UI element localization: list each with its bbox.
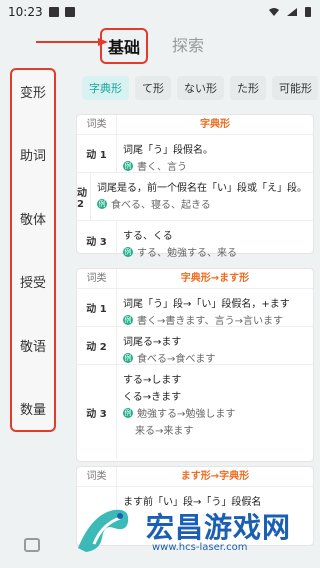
row-key: 动 2: [77, 327, 117, 364]
sidebar-item-conjugation[interactable]: 变形: [20, 78, 46, 105]
watermark: 宏昌游戏网 www.hcs-laser.com: [74, 498, 320, 562]
sidebar-item-particles[interactable]: 助词: [20, 141, 46, 168]
table-header-value: ます形→字典形: [180, 471, 250, 482]
app-icon: [64, 7, 75, 17]
form-chip-bar: 字典形 て形 ない形 た形 可能形 ⌄: [82, 76, 318, 100]
rule-text: 词尾る→ます: [123, 337, 182, 348]
example-icon: 例: [123, 352, 133, 363]
feedback-icon[interactable]: [24, 538, 40, 552]
example-icon: 例: [123, 246, 133, 257]
sidebar-item-honorifics[interactable]: 敬语: [20, 332, 46, 359]
example-text: 勉強する→勉強します: [137, 409, 236, 420]
status-bar: 10:23: [0, 0, 320, 24]
chip-ta-form[interactable]: た形: [230, 76, 266, 100]
table-header-key: 词类: [77, 115, 117, 134]
table-row: 动 2 词尾是る，前一个假名在「い」段或「え」段。 例食べる、寝る、起きる: [77, 173, 313, 221]
example-text: する、勉強する、来る: [137, 248, 237, 259]
example-text: 食べる、寝る、起きる: [111, 200, 211, 211]
sidebar-item-giving-receiving[interactable]: 授受: [20, 268, 46, 295]
signal-icon: [287, 8, 297, 16]
dragon-logo-icon: [78, 509, 129, 552]
wifi-icon: [269, 8, 279, 16]
row-key: 动 3: [77, 365, 117, 459]
table-header-value: 字典形→ます形: [180, 273, 250, 284]
watermark-title: 宏昌游戏网: [146, 511, 292, 544]
example-icon: 例: [123, 160, 133, 171]
chip-te-form[interactable]: て形: [135, 76, 171, 100]
example-text: 書く、言う: [137, 162, 187, 173]
tab-explore[interactable]: 探索: [166, 28, 210, 64]
notification-icon: [48, 7, 59, 17]
chip-dictionary-form[interactable]: 字典形: [82, 76, 129, 100]
example-icon: 例: [123, 407, 133, 418]
top-tabs: 基础 探索: [100, 28, 210, 64]
row-key: 动 1: [77, 135, 117, 172]
table-header-value: 字典形: [200, 119, 230, 130]
row-key: 动 3: [77, 221, 117, 259]
example-text: 来る→来ます: [135, 426, 194, 437]
red-arrow-annotation: [36, 38, 108, 46]
table-header-key: 词类: [77, 269, 117, 288]
rule-text: 词尾「う」段假名。: [123, 145, 213, 156]
grammar-table-masu: 词类 字典形→ます形 动 1 词尾「う」段→「い」段假名，+ます 例書く→書きま…: [76, 268, 314, 462]
example-text: 食べる→食べます: [137, 354, 216, 365]
table-row: 动 3 する、くる 例する、勉強する、来る: [77, 221, 313, 259]
table-row: 动 2 词尾る→ます 例食べる→食べます: [77, 327, 313, 365]
chip-potential-form[interactable]: 可能形: [272, 76, 318, 100]
sidebar-item-polite-form[interactable]: 敬体: [20, 205, 46, 232]
grammar-table-dictionary: 词类 字典形 动 1 词尾「う」段假名。 例書く、言う 动 2 词尾是る，前一个…: [76, 114, 314, 259]
table-row: 动 3 する→します くる→きます 例勉強する→勉強します 来る→来ます: [77, 365, 313, 459]
tab-basics[interactable]: 基础: [100, 28, 149, 64]
watermark-url: www.hcs-laser.com: [152, 542, 248, 553]
example-icon: 例: [97, 198, 107, 209]
table-row: 动 1 词尾「う」段假名。 例書く、言う: [77, 135, 313, 173]
rule-text: 词尾「う」段→「い」段假名，+ます: [123, 299, 290, 310]
rule-text: する、くる: [123, 231, 173, 242]
example-icon: 例: [123, 314, 133, 325]
example-text: 書く→書きます、言う→言います: [137, 316, 283, 327]
battery-icon: [305, 7, 311, 17]
sidebar: 变形 助词 敬体 授受 敬语 数量: [10, 68, 56, 432]
status-time: 10:23: [8, 5, 43, 19]
table-header-key: 词类: [77, 467, 117, 486]
sidebar-item-quantity[interactable]: 数量: [20, 395, 46, 422]
rule-text: くる→きます: [123, 392, 182, 403]
rule-text: 词尾是る，前一个假名在「い」段或「え」段。: [97, 183, 307, 194]
chip-nai-form[interactable]: ない形: [177, 76, 224, 100]
table-row: 动 1 词尾「う」段→「い」段假名，+ます 例書く→書きます、言う→言います: [77, 289, 313, 327]
row-key: 动 2: [77, 173, 91, 220]
row-key: 动 1: [77, 289, 117, 326]
rule-text: する→します: [123, 375, 182, 386]
